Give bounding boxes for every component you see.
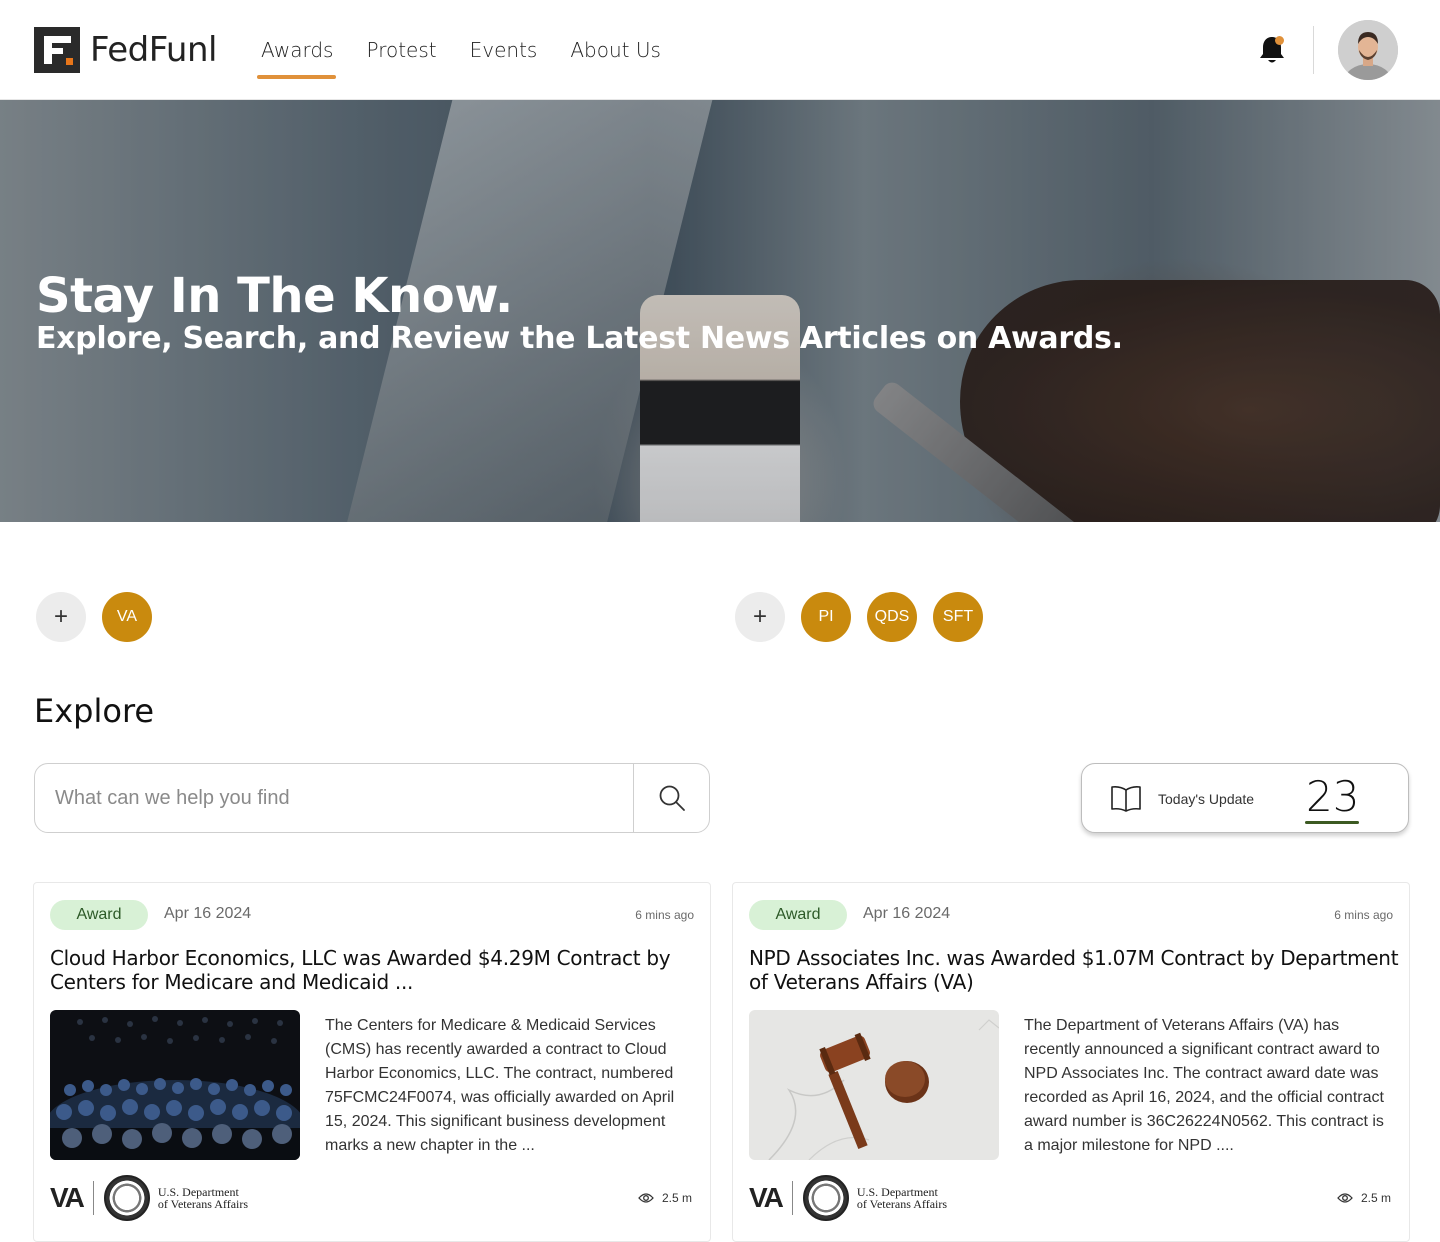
agency-name-line2: of Veterans Affairs: [157, 1197, 249, 1211]
hero-subtitle: Explore, Search, and Review the Latest N…: [36, 321, 1123, 356]
filter-chip-va[interactable]: VA: [102, 592, 152, 642]
logo-text: FedFunl: [90, 30, 217, 70]
article-time-ago: 6 mins ago: [1334, 908, 1393, 922]
search-bar: [34, 763, 710, 833]
add-company-filter-button[interactable]: +: [735, 592, 785, 642]
article-image-conference[interactable]: [50, 1010, 300, 1160]
agency-logo: VA U.S. Department of Veterans Affairs: [749, 1175, 947, 1221]
article-title[interactable]: Cloud Harbor Economics, LLC was Awarded …: [50, 946, 700, 994]
explore-heading: Explore: [34, 692, 155, 730]
article-card[interactable]: Award Apr 16 2024 6 mins ago Cloud Harbo…: [33, 882, 711, 1242]
article-summary: The Department of Veterans Affairs (VA) …: [1024, 1017, 1384, 1154]
todays-update-label: Today's Update: [1158, 791, 1255, 807]
va-seal-icon: [802, 1175, 849, 1221]
todays-update-widget[interactable]: Today's Update 23: [1081, 763, 1409, 833]
left-filter-chips: + VA: [36, 592, 168, 642]
article-date: Apr 16 2024: [164, 905, 252, 922]
eye-icon: [638, 1193, 654, 1203]
agency-name: U.S. Department of Veterans Affairs: [857, 1186, 947, 1210]
article-card[interactable]: Award Apr 16 2024 6 mins ago NPD Associa…: [732, 882, 1410, 1242]
hero-title: Stay In The Know.: [36, 268, 513, 324]
fedfunl-logo[interactable]: FedFunl: [34, 27, 217, 73]
article-views: 2.5 m: [638, 1191, 692, 1205]
logo-mark-icon: [34, 27, 80, 73]
search-icon: [659, 785, 685, 811]
award-badge: Award: [50, 900, 148, 930]
agency-name: U.S. Department of Veterans Affairs: [158, 1186, 248, 1210]
update-count-underline: [1305, 821, 1359, 824]
user-avatar[interactable]: [1338, 20, 1398, 80]
nav-about-us[interactable]: About Us: [570, 36, 661, 64]
todays-update-count: 23: [1306, 772, 1360, 821]
agency-logo-divider: [92, 1181, 94, 1215]
search-button[interactable]: [633, 764, 709, 832]
agency-logo: VA U.S. Department of Veterans Affairs: [50, 1175, 248, 1221]
search-input[interactable]: [35, 764, 633, 832]
eye-icon: [1337, 1193, 1353, 1203]
filter-chip-pi[interactable]: PI: [801, 592, 851, 642]
nav-protest[interactable]: Protest: [366, 36, 436, 64]
nav-events[interactable]: Events: [470, 36, 538, 64]
views-count: 2.5 m: [661, 1191, 692, 1205]
notifications-bell-icon[interactable]: [1257, 34, 1287, 66]
header-divider: [1313, 26, 1314, 74]
main-nav: Awards Protest Events About Us: [256, 36, 694, 79]
views-count: 2.5 m: [1360, 1191, 1391, 1205]
va-seal-icon: [103, 1175, 150, 1221]
open-book-icon: [1111, 786, 1141, 812]
article-time-ago: 6 mins ago: [635, 908, 694, 922]
article-date: Apr 16 2024: [863, 905, 951, 922]
agency-logo-divider: [791, 1181, 793, 1215]
hero-banner: Stay In The Know. Explore, Search, and R…: [0, 100, 1440, 522]
award-badge: Award: [749, 900, 847, 930]
agency-abbr: VA: [50, 1182, 85, 1213]
add-agency-filter-button[interactable]: +: [36, 592, 86, 642]
right-filter-chips: + PI QDS SFT: [735, 592, 999, 642]
agency-abbr: VA: [749, 1182, 784, 1213]
nav-awards[interactable]: Awards: [256, 36, 337, 79]
article-title[interactable]: NPD Associates Inc. was Awarded $1.07M C…: [749, 946, 1399, 994]
notification-dot: [1275, 36, 1284, 45]
filter-chip-sft[interactable]: SFT: [933, 592, 983, 642]
agency-name-line2: of Veterans Affairs: [856, 1197, 948, 1211]
filter-chip-qds[interactable]: QDS: [867, 592, 917, 642]
article-views: 2.5 m: [1337, 1191, 1391, 1205]
article-summary: The Centers for Medicare & Medicaid Serv…: [325, 1017, 675, 1154]
top-header: FedFunl Awards Protest Events About Us: [0, 0, 1440, 100]
article-image-gavel[interactable]: [749, 1010, 999, 1160]
